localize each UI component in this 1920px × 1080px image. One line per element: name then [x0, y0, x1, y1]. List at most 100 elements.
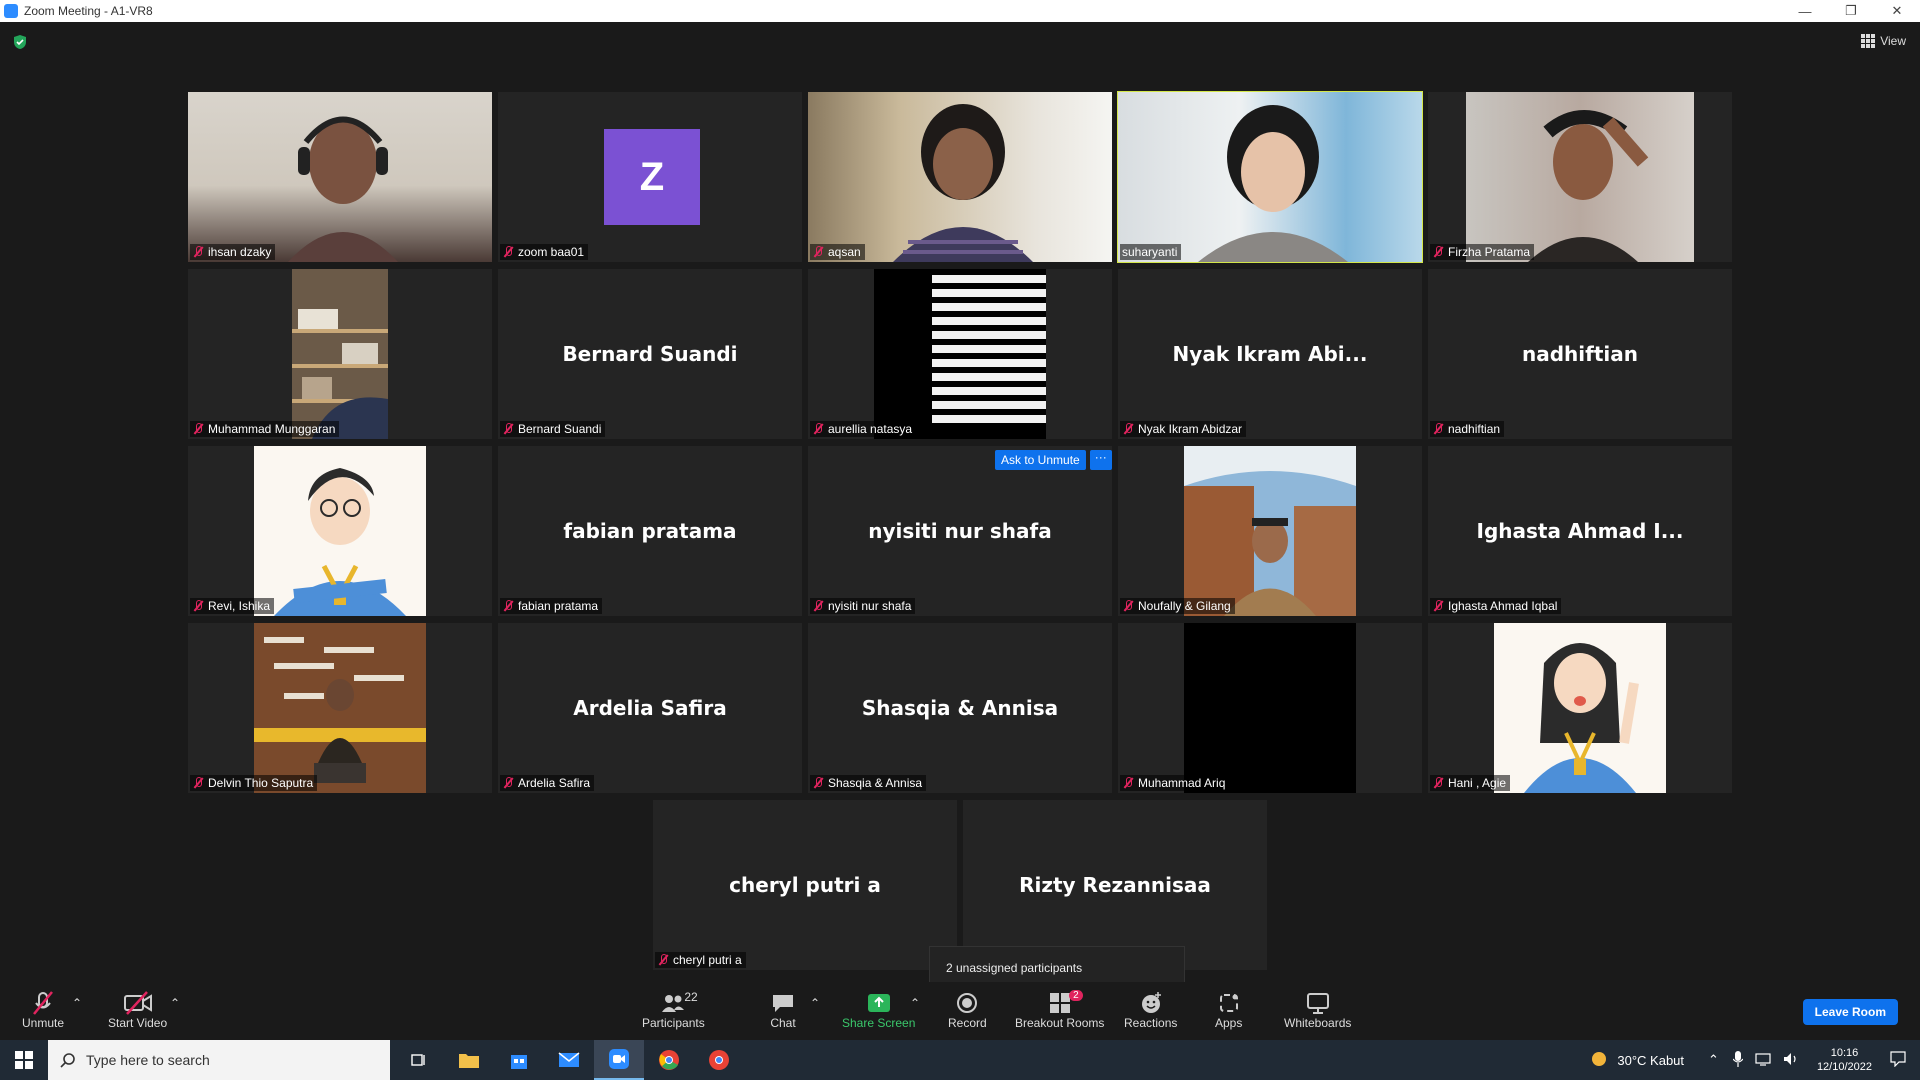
video-tile[interactable]: ihsan dzaky	[188, 92, 492, 262]
grid-view-icon	[1861, 34, 1876, 48]
reactions-button[interactable]: Reactions	[1124, 990, 1177, 1030]
participant-video	[288, 116, 398, 262]
video-tile[interactable]: Muhammad Ariq	[1118, 623, 1422, 793]
video-tile[interactable]: Rizty Rezannisaa	[963, 800, 1267, 970]
weather-text[interactable]: 30°C Kabut	[1617, 1053, 1684, 1068]
ask-to-unmute-group: Ask to Unmute ···	[995, 450, 1112, 470]
participant-video	[874, 269, 1046, 439]
video-tile[interactable]: fabian pratama fabian pratama	[498, 446, 802, 616]
view-button[interactable]: View	[1861, 34, 1906, 48]
clock[interactable]: 10:16 12/10/2022	[1817, 1046, 1872, 1074]
video-options-caret[interactable]: ⌃	[170, 996, 180, 1010]
meeting-toolbar: Unmute ⌃ Start Video ⌃ 22 Participants C…	[0, 982, 1920, 1040]
store-icon[interactable]	[494, 1040, 544, 1080]
file-explorer-icon[interactable]	[444, 1040, 494, 1080]
mic-muted-icon	[657, 954, 669, 966]
more-options-button[interactable]: ···	[1089, 450, 1112, 470]
mic-muted-icon	[1122, 600, 1134, 612]
leave-room-button[interactable]: Leave Room	[1802, 999, 1898, 1025]
mic-muted-icon	[192, 600, 204, 612]
video-tile[interactable]: nadhiftian nadhiftian	[1428, 269, 1732, 439]
participant-display-name: Ardelia Safira	[573, 696, 727, 720]
participant-video	[1494, 623, 1666, 793]
participant-display-name: Rizty Rezannisaa	[1019, 873, 1211, 897]
ask-to-unmute-button[interactable]: Ask to Unmute	[995, 450, 1086, 470]
chat-button[interactable]: Chat	[770, 990, 796, 1030]
video-tile[interactable]: Hani , Agie	[1428, 623, 1732, 793]
mic-muted-icon	[1122, 777, 1134, 789]
video-tile[interactable]: Shasqia & Annisa Shasqia & Annisa	[808, 623, 1112, 793]
mic-muted-icon	[1432, 246, 1444, 258]
video-tile[interactable]: Ighasta Ahmad I... Ighasta Ahmad Iqbal	[1428, 446, 1732, 616]
record-icon	[954, 990, 980, 1016]
share-screen-button[interactable]: Share Screen	[842, 990, 915, 1030]
share-options-caret[interactable]: ⌃	[910, 996, 920, 1010]
taskbar-apps	[394, 1040, 744, 1080]
minimize-button[interactable]: —	[1782, 0, 1828, 22]
mic-muted-icon	[812, 246, 824, 258]
video-tile[interactable]: Bernard Suandi Bernard Suandi	[498, 269, 802, 439]
task-view-icon[interactable]	[394, 1040, 444, 1080]
participant-name-label: Delvin Thio Saputra	[190, 775, 318, 791]
weather-icon	[1589, 1049, 1609, 1072]
chevron-up-icon: ⌃	[910, 996, 921, 1010]
participant-name-label: aurellia natasya	[810, 421, 917, 437]
window-title: Zoom Meeting - A1-VR8	[24, 4, 153, 18]
smiley-icon	[1138, 990, 1164, 1016]
video-tile[interactable]: Ardelia Safira Ardelia Safira	[498, 623, 802, 793]
breakout-rooms-button[interactable]: 2 Breakout Rooms	[1015, 990, 1104, 1030]
video-tile[interactable]: nyisiti nur shafa nyisiti nur shafa	[808, 446, 1112, 616]
video-tile[interactable]: aurellia natasya	[808, 269, 1112, 439]
zoom-taskbar-icon[interactable]	[594, 1040, 644, 1080]
participants-icon: 22	[660, 990, 698, 1016]
video-tile[interactable]: aqsan	[808, 92, 1112, 262]
participant-display-name: nadhiftian	[1522, 342, 1638, 366]
start-button[interactable]	[0, 1040, 48, 1080]
video-tile[interactable]: Revi, Ishika	[188, 446, 492, 616]
chevron-up-icon[interactable]: ⌃	[1708, 1052, 1719, 1068]
participant-name-label: Shasqia & Annisa	[810, 775, 927, 791]
mic-muted-icon	[502, 423, 514, 435]
start-video-button[interactable]: Start Video	[108, 990, 167, 1030]
video-off-icon	[123, 990, 153, 1016]
chat-options-caret[interactable]: ⌃	[810, 996, 820, 1010]
video-tile[interactable]: cheryl putri a cheryl putri a	[653, 800, 957, 970]
meeting-area: View ihsan dzaky Z zoom baa01 aqsan suha…	[0, 22, 1920, 990]
video-tile[interactable]: Z zoom baa01	[498, 92, 802, 262]
video-tile[interactable]: Nyak Ikram Abi... Nyak Ikram Abidzar	[1118, 269, 1422, 439]
notifications-icon[interactable]	[1890, 1050, 1906, 1070]
record-button[interactable]: Record	[948, 990, 987, 1030]
encryption-shield-icon[interactable]	[12, 34, 28, 50]
mic-muted-icon	[192, 777, 204, 789]
chevron-up-icon: ⌃	[170, 996, 181, 1010]
whiteboard-icon	[1305, 990, 1331, 1016]
windows-logo-icon	[15, 1051, 33, 1069]
audio-options-caret[interactable]: ⌃	[72, 996, 82, 1010]
volume-icon[interactable]	[1783, 1052, 1799, 1069]
participant-display-name: Bernard Suandi	[562, 342, 738, 366]
video-tile[interactable]: Muhammad Munggaran	[188, 269, 492, 439]
video-tile[interactable]: Firzha Pratama	[1428, 92, 1732, 262]
video-tile-active-speaker[interactable]: suharyanti	[1117, 91, 1423, 263]
participant-display-name: Nyak Ikram Abi...	[1172, 342, 1368, 366]
participants-button[interactable]: 22 Participants	[642, 990, 705, 1030]
video-tile[interactable]: Delvin Thio Saputra	[188, 623, 492, 793]
apps-button[interactable]: Apps	[1215, 990, 1242, 1030]
chrome-profile-icon[interactable]	[694, 1040, 744, 1080]
participant-name-label: ihsan dzaky	[190, 244, 276, 260]
participant-name-label: zoom baa01	[500, 244, 589, 260]
restore-button[interactable]: ❐	[1828, 0, 1874, 22]
close-button[interactable]: ✕	[1874, 0, 1920, 22]
participant-name-label: Noufally & Gilang	[1120, 598, 1235, 614]
chrome-icon[interactable]	[644, 1040, 694, 1080]
participant-display-name: nyisiti nur shafa	[868, 519, 1052, 543]
mic-muted-icon	[192, 246, 204, 258]
mail-icon[interactable]	[544, 1040, 594, 1080]
video-tile[interactable]: Noufally & Gilang	[1118, 446, 1422, 616]
participant-video	[254, 446, 426, 616]
taskbar-search[interactable]: Type here to search	[48, 1040, 390, 1080]
unmute-button[interactable]: Unmute	[22, 990, 64, 1030]
network-icon[interactable]	[1755, 1052, 1771, 1069]
whiteboards-button[interactable]: Whiteboards	[1284, 990, 1351, 1030]
microphone-icon[interactable]	[1732, 1050, 1744, 1070]
